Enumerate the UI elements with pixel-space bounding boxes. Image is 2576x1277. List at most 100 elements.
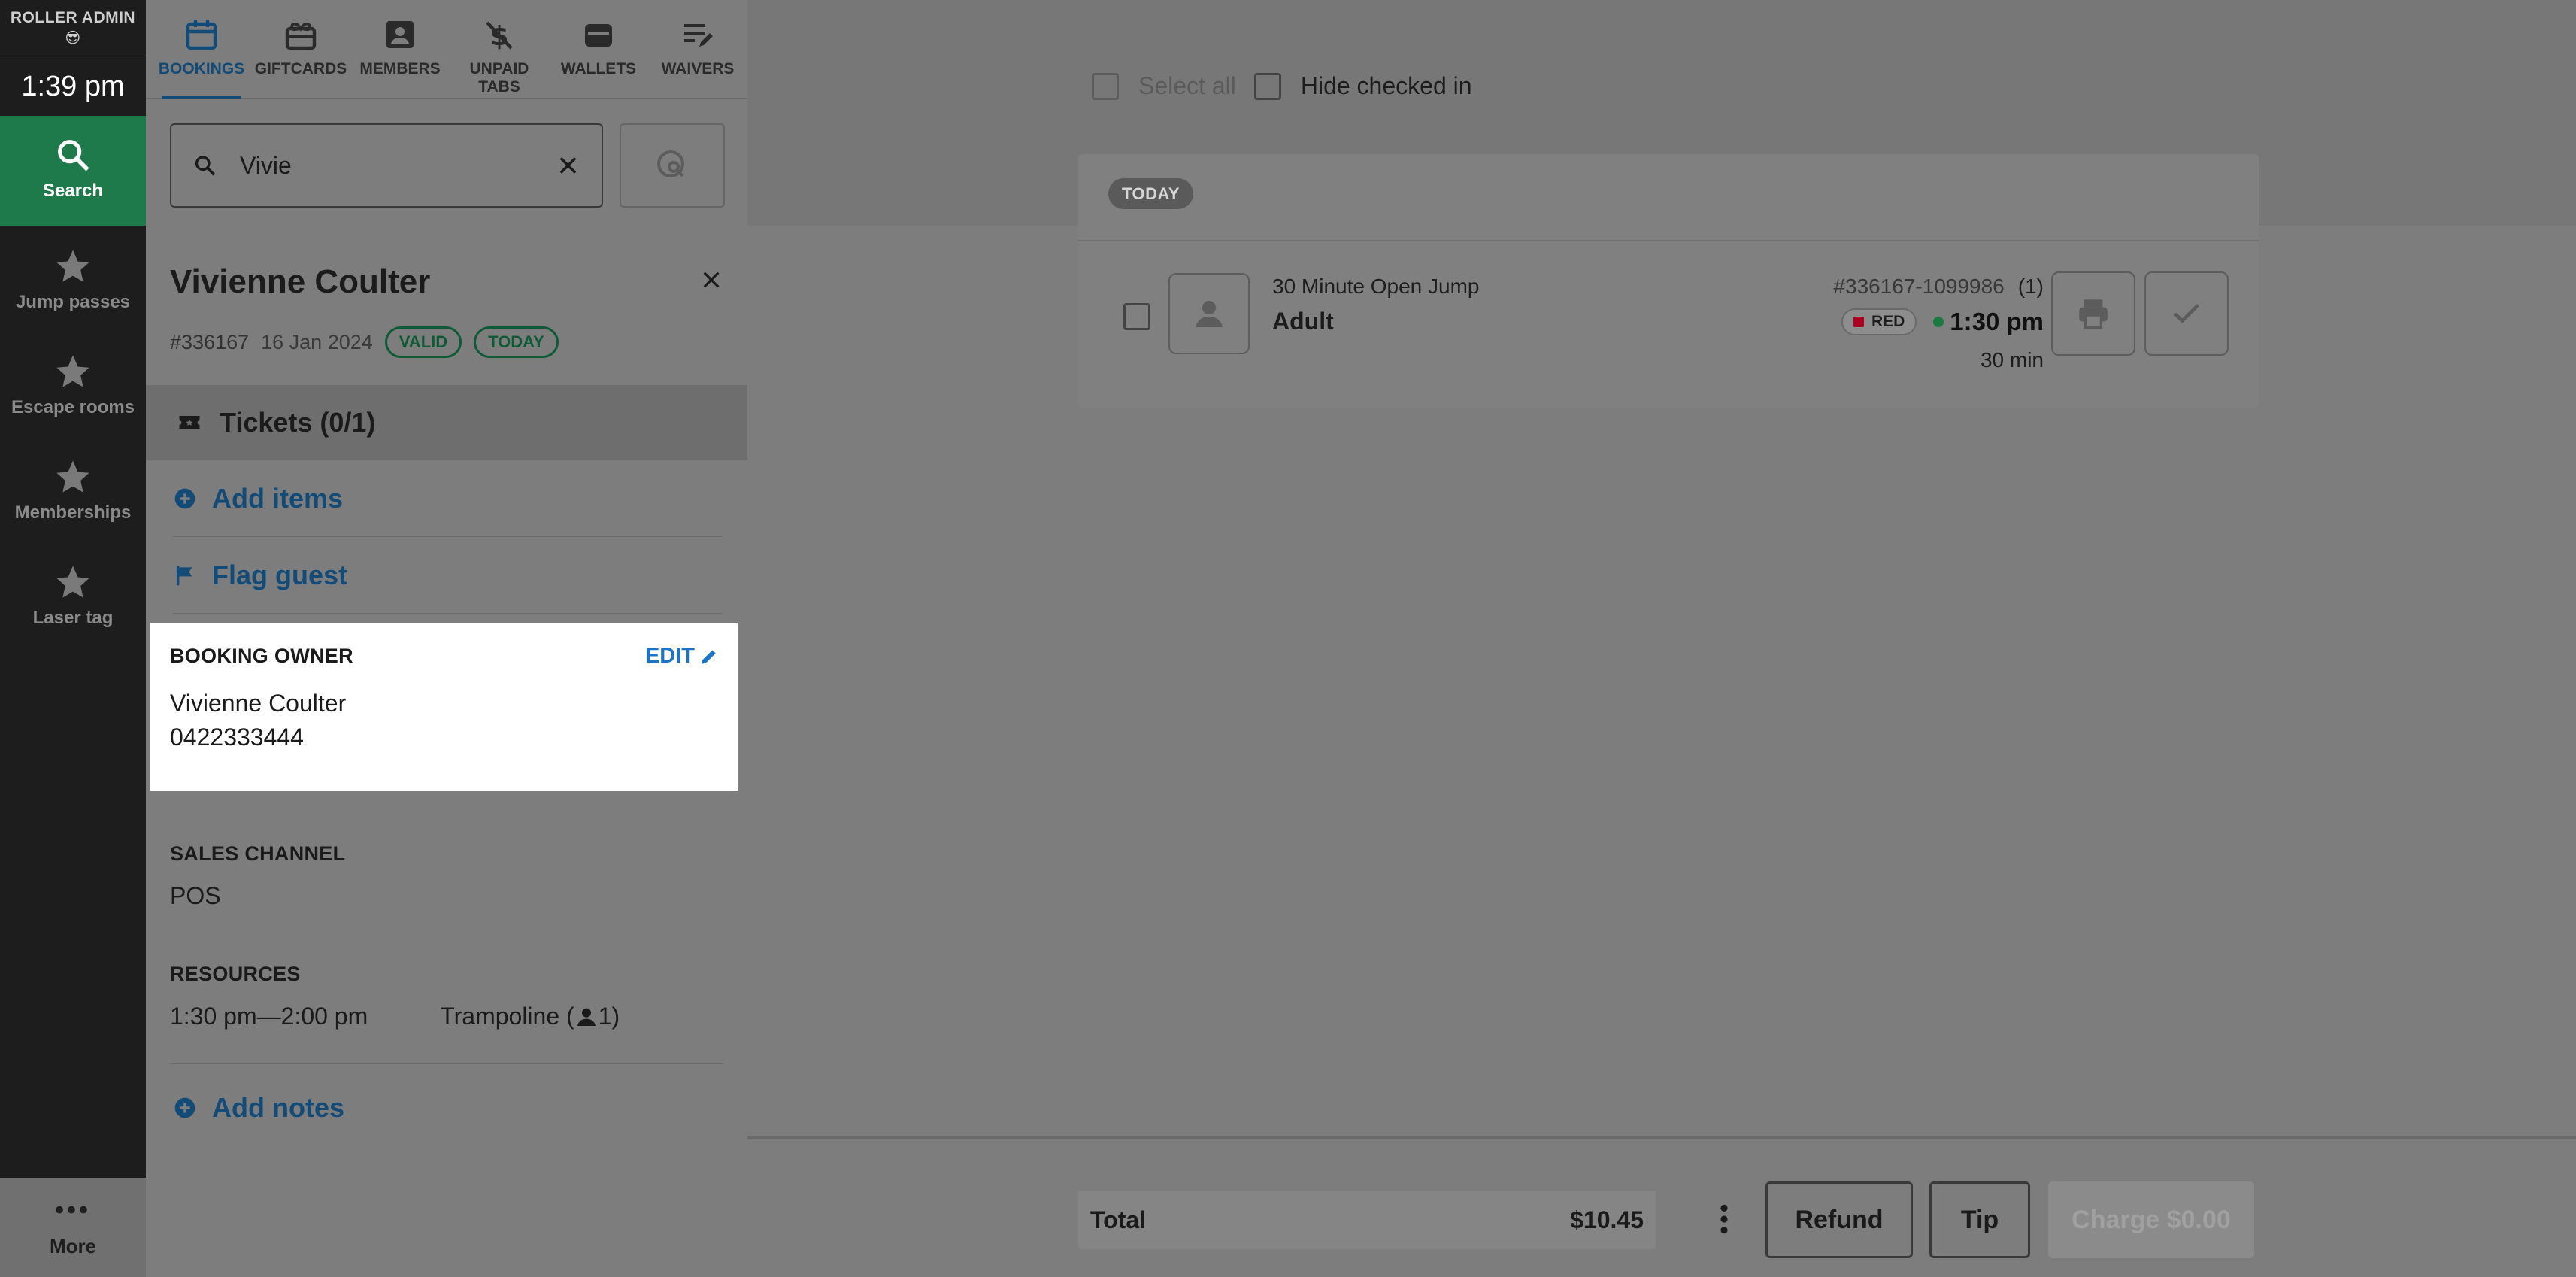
tab-giftcards[interactable]: GIFTCARDS [251,0,350,98]
color-tag: RED [1841,308,1917,335]
status-badge-today: TODAY [474,326,559,358]
add-circle-icon [174,1097,195,1118]
ticket-checkbox[interactable] [1123,303,1150,330]
ticket-quantity: (1) [2017,275,2044,298]
charge-button[interactable]: Charge $0.00 [2048,1181,2254,1258]
booking-card: TODAY 30 Minute Open Jump Adult #336167-… [1078,154,2259,408]
add-items-button[interactable]: Add items [173,460,722,537]
booking-reference: #336167-1099986 (1) [1833,275,2044,299]
ticket-type: Adult [1272,308,1334,335]
tag-swatch [1853,317,1864,327]
calendar-icon [186,20,217,50]
edit-owner-button[interactable]: EDIT [645,644,719,669]
brand-label: ROLLER ADMIN [10,9,136,26]
total-box: Total $10.45 [1078,1191,1656,1249]
hide-checked-in-label: Hide checked in [1300,72,1472,99]
session-duration: 30 min [1980,348,2044,372]
advanced-search-button[interactable] [620,123,725,208]
tab-label: WAIVERS [661,60,735,77]
clock: 1:39 pm [0,56,146,116]
booking-owner-title: BOOKING OWNER [170,645,353,667]
status-badge-valid: VALID [384,326,462,358]
add-notes-button[interactable]: Add notes [173,1069,722,1146]
guest-search [170,123,603,208]
day-pill: TODAY [1108,178,1194,209]
filter-bar: Select all Hide checked in [1092,72,1472,100]
nav-rail: ROLLER ADMIN 😎 1:39 pm Search Jump passe… [0,0,146,1277]
tab-label: BOOKINGS [158,60,245,77]
pencil-icon [702,649,716,664]
tag-label: RED [1871,313,1905,330]
tab-label: MEMBERS [359,60,441,77]
tab-unpaid-tabs[interactable]: $ UNPAID TABS [450,0,549,98]
resource-name: Trampoline ( 1) [440,1002,620,1030]
tickets-section[interactable]: Tickets (0/1) [146,385,747,460]
star-icon [56,250,89,282]
person-icon [577,1008,596,1026]
add-circle-icon [174,488,195,508]
day-header: TODAY [1078,154,2259,241]
session-time-label: 1:30 pm [1950,308,2044,335]
status-dot [1933,317,1944,327]
nav-item-search[interactable]: Search [0,116,146,226]
booking-owner-card: BOOKING OWNER EDIT Vivienne Coulter 0422… [150,623,738,791]
nav-item-jump-passes[interactable]: Jump passes [0,226,146,331]
product-name: 30 Minute Open Jump [1272,275,1480,298]
nav-item-label: Jump passes [15,292,131,312]
tab-bar: BOOKINGS GIFTCARDS MEMBERS $ UNPAID TABS… [146,0,747,99]
tab-waivers[interactable]: WAIVERS [648,0,747,98]
checkmark-icon [2174,303,2199,323]
scan-search-icon [657,150,684,177]
select-all-label: Select all [1138,72,1236,99]
edit-label: EDIT [644,644,695,668]
sales-channel-label: SALES CHANNEL [170,842,346,865]
sales-channel-value: POS [170,882,221,909]
owner-phone: 0422333444 [170,723,304,751]
tab-label: WALLETS [560,60,637,77]
select-all-checkbox[interactable] [1092,72,1119,100]
tab-members[interactable]: MEMBERS [350,0,450,98]
flag-guest-button[interactable]: Flag guest [173,537,722,614]
guest-header: Vivienne Coulter #336167 16 Jan 2024 VAL… [170,263,723,358]
owner-name: Vivienne Coulter [170,690,347,717]
resource-count: 1) [598,1002,620,1030]
waiver-icon [684,24,713,47]
resource-row: 1:30 pm—2:00 pm Trampoline ( 1) [170,1002,719,1030]
tab-label: GIFTCARDS [254,60,347,77]
flag-icon [176,566,192,585]
tip-button[interactable]: Tip [1929,1181,2030,1258]
tab-wallets[interactable]: WALLETS [549,0,648,98]
flag-guest-label: Flag guest [212,559,348,590]
star-icon [56,355,89,387]
total-label: Total [1090,1206,1147,1233]
clear-search-icon[interactable] [556,150,580,180]
star-icon [56,460,89,493]
printer-icon [2079,299,2108,329]
refund-button[interactable]: Refund [1765,1181,1913,1258]
close-icon[interactable] [699,268,723,292]
star-icon [56,566,89,598]
search-input[interactable] [240,151,556,180]
booking-ref-number: #336167-1099986 [1833,275,2005,298]
brand-emoji: 😎 [65,30,81,47]
ticket-row: 30 Minute Open Jump Adult #336167-109998… [1078,243,2259,408]
nav-item-label: Escape rooms [11,397,135,417]
resources-section: RESOURCES 1:30 pm—2:00 pm Trampoline ( 1… [170,963,719,1030]
hide-checked-in-checkbox[interactable] [1253,72,1281,100]
more-options-icon[interactable] [1717,1203,1731,1236]
nav-item-escape-rooms[interactable]: Escape rooms [0,331,146,436]
nav-item-label: Laser tag [32,608,114,628]
unpaid-tab-icon: $ [486,21,513,52]
nav-item-memberships[interactable]: Memberships [0,436,146,541]
guest-name: Vivienne Coulter [170,263,431,300]
booking-meta: #336167 16 Jan 2024 VALID TODAY [170,326,723,358]
tag-row: RED 1:30 pm [1841,308,2044,336]
check-in-button[interactable] [2144,271,2229,356]
print-button[interactable] [2051,271,2135,356]
search-row [170,123,725,208]
tab-bookings[interactable]: BOOKINGS [152,0,251,99]
more-button[interactable]: ••• More [0,1178,146,1277]
avatar[interactable] [1168,273,1250,354]
nav-item-laser-tag[interactable]: Laser tag [0,541,146,647]
total-value: $10.45 [1570,1206,1644,1233]
